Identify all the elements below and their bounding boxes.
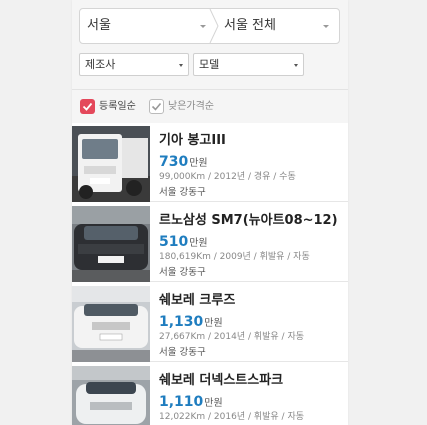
check-icon — [82, 102, 93, 111]
region-city-label: 서울 — [87, 18, 111, 33]
listing-spec: 99,000Km / 2012년 / 경유 / 수동 — [159, 172, 296, 182]
price-unit: 만원 — [189, 238, 208, 249]
listing-title: 쉐보레 더넥스트스파크 — [159, 373, 284, 388]
price-unit: 만원 — [204, 398, 223, 409]
region-selector[interactable]: 서울 서울 전체 — [79, 8, 340, 44]
listing-location: 서울 강동구 — [159, 347, 206, 358]
listing-spec: 180,619Km / 2009년 / 휘발유 / 자동 — [159, 252, 310, 262]
chevron-down-icon — [200, 25, 206, 28]
list-item[interactable]: 르노삼성 SM7(뉴아트08~12) 510만원 180,619Km / 200… — [72, 203, 348, 282]
listing-spec: 12,022Km / 2016년 / 휘발유 / 자동 — [159, 412, 305, 422]
car-photo — [72, 126, 150, 202]
price-value: 510 — [159, 234, 189, 250]
filter-area: 서울 서울 전체 제조사 모델 등록일순 낮은가격순 — [72, 0, 348, 123]
listing-location: 서울 강동구 — [159, 187, 206, 198]
chevron-down-icon — [179, 64, 183, 67]
car-photo — [72, 286, 150, 362]
list-item[interactable]: 쉐보레 크루즈 1,130만원 27,667Km / 2014년 / 휘발유 /… — [72, 283, 348, 362]
sort-low-price-label: 낮은가격순 — [168, 101, 214, 112]
sort-low-price-checkbox[interactable] — [149, 99, 164, 114]
listing-spec: 27,667Km / 2014년 / 휘발유 / 자동 — [159, 332, 305, 342]
listing-price: 1,130만원 — [159, 311, 223, 330]
listing-location: 서울 강동구 — [159, 267, 206, 278]
price-unit: 만원 — [204, 318, 223, 329]
listing-price: 1,110만원 — [159, 391, 223, 410]
chevron-down-icon — [323, 25, 329, 28]
car-list-panel: 서울 서울 전체 제조사 모델 등록일순 낮은가격순 기아 봉고III 730만… — [72, 0, 348, 425]
model-select-label: 모델 — [199, 58, 220, 71]
listing-title: 르노삼성 SM7(뉴아트08~12) — [159, 213, 338, 228]
sort-registered-option[interactable]: 등록일순 — [80, 98, 136, 116]
sort-registered-checkbox[interactable] — [80, 99, 95, 114]
model-select[interactable]: 모델 — [193, 53, 304, 76]
sort-registered-label: 등록일순 — [99, 101, 136, 112]
price-unit: 만원 — [189, 158, 208, 169]
price-value: 730 — [159, 154, 189, 170]
car-photo — [72, 206, 150, 282]
maker-select[interactable]: 제조사 — [79, 53, 189, 76]
list-item[interactable]: 기아 봉고III 730만원 99,000Km / 2012년 / 경유 / 수… — [72, 123, 348, 202]
maker-select-label: 제조사 — [85, 58, 116, 71]
listing-price: 730만원 — [159, 151, 208, 170]
region-district-label: 서울 전체 — [224, 18, 276, 33]
listing-price: 510만원 — [159, 231, 208, 250]
price-value: 1,110 — [159, 394, 204, 410]
sort-low-price-option[interactable]: 낮은가격순 — [149, 98, 214, 116]
chevron-down-icon — [294, 64, 298, 67]
car-photo — [72, 366, 150, 425]
region-city-dropdown[interactable]: 서울 — [80, 9, 214, 43]
check-icon — [151, 102, 162, 111]
list-item[interactable]: 쉐보레 더넥스트스파크 1,110만원 12,022Km / 2016년 / 휘… — [72, 363, 348, 425]
region-district-dropdown[interactable]: 서울 전체 — [218, 9, 339, 43]
price-value: 1,130 — [159, 314, 204, 330]
divider — [72, 89, 348, 90]
listing-title: 기아 봉고III — [159, 133, 226, 148]
listing-title: 쉐보레 크루즈 — [159, 293, 236, 308]
